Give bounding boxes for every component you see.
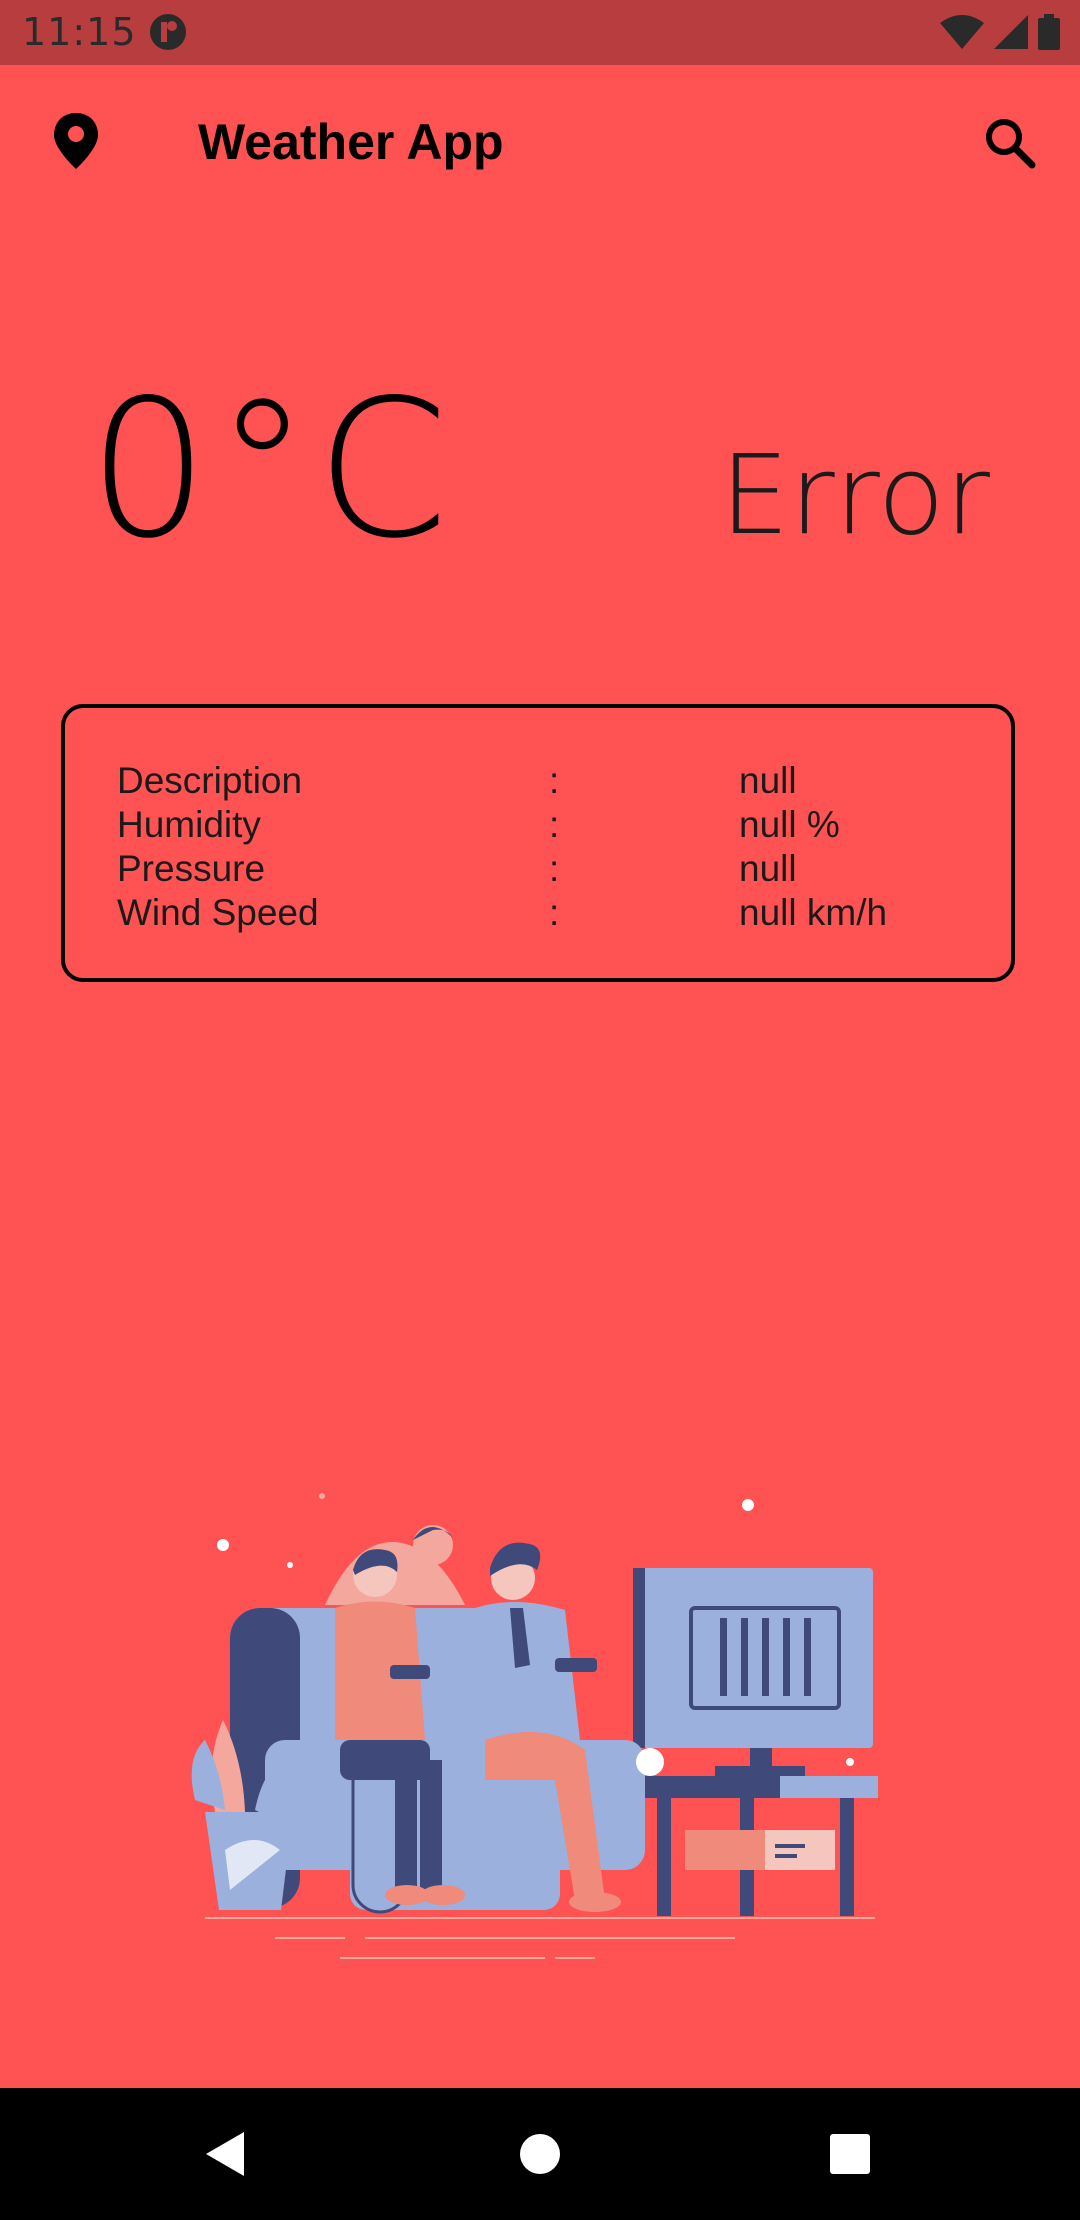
detail-separator: :	[549, 892, 560, 933]
home-icon[interactable]	[518, 2128, 562, 2185]
wifi-icon	[940, 15, 984, 49]
detail-label: Wind Speed	[117, 892, 319, 933]
detail-value: null %	[739, 804, 840, 845]
app-bar: Weather App	[0, 65, 1080, 225]
detail-row-wind-speed: Wind Speed : null km/h	[117, 892, 977, 936]
app-notification-icon	[148, 12, 188, 57]
detail-separator: :	[549, 848, 560, 889]
recents-icon[interactable]	[828, 2128, 872, 2185]
system-navigation-bar	[0, 2088, 1080, 2220]
detail-value: null km/h	[739, 892, 888, 933]
location-name: Error	[719, 431, 990, 559]
detail-separator: :	[549, 804, 560, 845]
living-room-illustration	[185, 1490, 885, 1970]
detail-row-humidity: Humidity : null %	[117, 804, 977, 848]
detail-value: null	[739, 848, 797, 889]
detail-label: Humidity	[117, 804, 261, 845]
signal-icon	[994, 15, 1028, 49]
battery-icon	[1038, 14, 1060, 50]
detail-label: Pressure	[117, 848, 266, 889]
temperature-value: 0°C	[88, 359, 455, 580]
app-title: Weather App	[198, 114, 504, 170]
status-time: 11:15	[22, 10, 137, 54]
weather-details-card: Description : null Humidity : null % Pre…	[61, 704, 1015, 982]
detail-label: Description	[117, 760, 303, 801]
detail-value: null	[739, 760, 797, 801]
back-icon[interactable]	[200, 2128, 248, 2185]
status-icons	[940, 14, 1060, 50]
search-icon[interactable]	[982, 115, 1038, 176]
status-bar: 11:15	[0, 0, 1080, 65]
location-pin-icon[interactable]	[52, 113, 100, 174]
detail-separator: :	[549, 760, 560, 801]
detail-row-description: Description : null	[117, 760, 977, 804]
detail-row-pressure: Pressure : null	[117, 848, 977, 892]
